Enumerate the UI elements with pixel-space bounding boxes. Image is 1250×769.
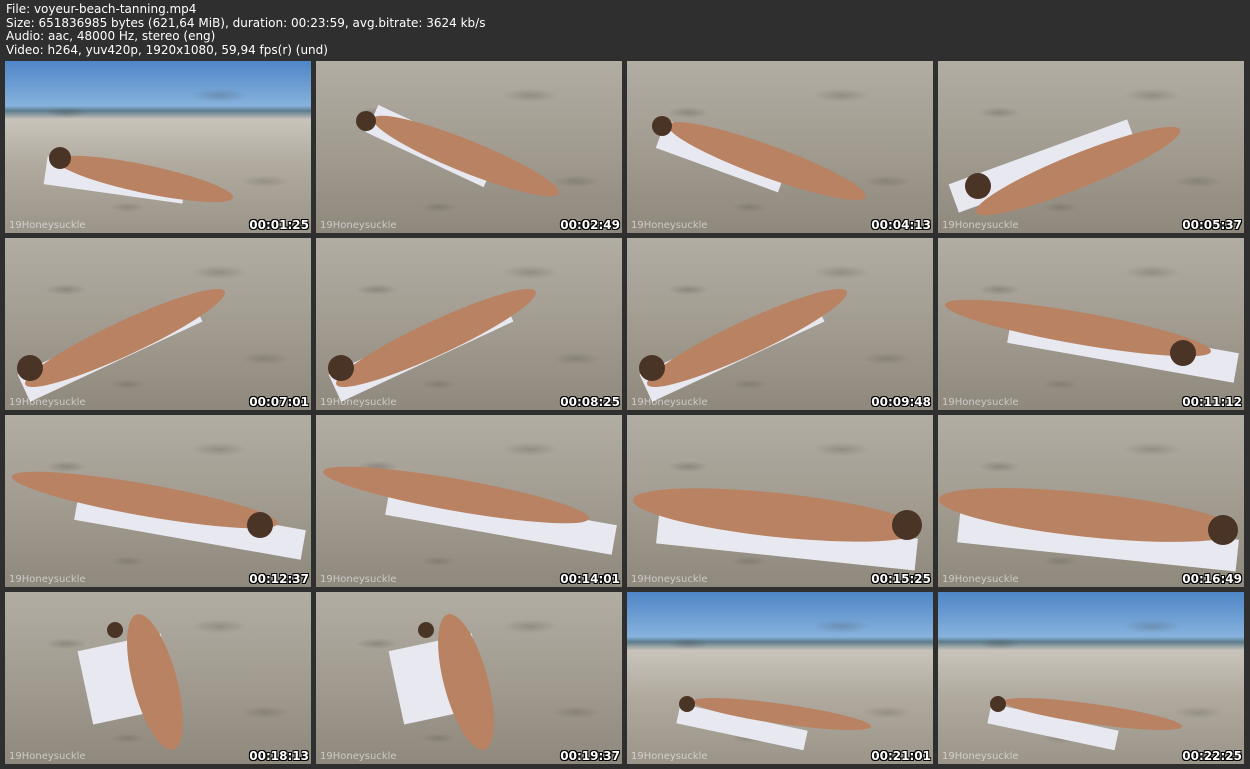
- thumbnail-frame[interactable]: 19Honeysuckle 00:14:01: [316, 415, 622, 587]
- file-size-line: Size: 651836985 bytes (621,64 MiB), dura…: [6, 15, 486, 30]
- timestamp: 00:05:37: [1182, 218, 1242, 232]
- timestamp: 00:18:13: [249, 749, 309, 763]
- timestamp: 00:11:12: [1182, 395, 1242, 409]
- watermark: 19Honeysuckle: [942, 220, 1019, 231]
- thumbnail-frame[interactable]: 19Honeysuckle 00:22:25: [938, 592, 1244, 764]
- thumbnail-frame[interactable]: 19Honeysuckle 00:11:12: [938, 238, 1244, 410]
- timestamp: 00:19:37: [560, 749, 620, 763]
- watermark: 19Honeysuckle: [320, 397, 397, 408]
- watermark: 19Honeysuckle: [631, 574, 708, 585]
- watermark: 19Honeysuckle: [9, 220, 86, 231]
- thumbnail-frame[interactable]: 19Honeysuckle 00:21:01: [627, 592, 933, 764]
- thumbnail-frame[interactable]: 19Honeysuckle 00:01:25: [5, 61, 311, 233]
- thumbnail-frame[interactable]: 19Honeysuckle 00:05:37: [938, 61, 1244, 233]
- timestamp: 00:15:25: [871, 572, 931, 586]
- file-info-header: File: voyeur-beach-tanning.mp4 Size: 6518…: [6, 2, 486, 57]
- thumbnail-frame[interactable]: 19Honeysuckle 00:18:13: [5, 592, 311, 764]
- watermark: 19Honeysuckle: [631, 397, 708, 408]
- thumbnail-grid: 19Honeysuckle 00:01:25 19Honeysuckle 00:…: [5, 61, 1244, 764]
- timestamp: 00:07:01: [249, 395, 309, 409]
- thumbnail-frame[interactable]: 19Honeysuckle 00:04:13: [627, 61, 933, 233]
- thumbnail-frame[interactable]: 19Honeysuckle 00:19:37: [316, 592, 622, 764]
- watermark: 19Honeysuckle: [631, 220, 708, 231]
- thumbnail-frame[interactable]: 19Honeysuckle 00:15:25: [627, 415, 933, 587]
- thumbnail-frame[interactable]: 19Honeysuckle 00:08:25: [316, 238, 622, 410]
- video-info-line: Video: h264, yuv420p, 1920x1080, 59,94 f…: [6, 42, 328, 57]
- watermark: 19Honeysuckle: [942, 574, 1019, 585]
- timestamp: 00:02:49: [560, 218, 620, 232]
- watermark: 19Honeysuckle: [320, 751, 397, 762]
- timestamp: 00:16:49: [1182, 572, 1242, 586]
- thumbnail-frame[interactable]: 19Honeysuckle 00:16:49: [938, 415, 1244, 587]
- timestamp: 00:08:25: [560, 395, 620, 409]
- audio-info-line: Audio: aac, 48000 Hz, stereo (eng): [6, 29, 216, 43]
- watermark: 19Honeysuckle: [942, 397, 1019, 408]
- watermark: 19Honeysuckle: [942, 751, 1019, 762]
- thumbnail-frame[interactable]: 19Honeysuckle 00:02:49: [316, 61, 622, 233]
- thumbnail-frame[interactable]: 19Honeysuckle 00:07:01: [5, 238, 311, 410]
- thumbnail-frame[interactable]: 19Honeysuckle 00:09:48: [627, 238, 933, 410]
- timestamp: 00:14:01: [560, 572, 620, 586]
- watermark: 19Honeysuckle: [9, 574, 86, 585]
- watermark: 19Honeysuckle: [631, 751, 708, 762]
- timestamp: 00:01:25: [249, 218, 309, 232]
- watermark: 19Honeysuckle: [9, 397, 86, 408]
- file-name-line: File: voyeur-beach-tanning.mp4: [6, 2, 197, 16]
- timestamp: 00:09:48: [871, 395, 931, 409]
- timestamp: 00:22:25: [1182, 749, 1242, 763]
- timestamp: 00:04:13: [871, 218, 931, 232]
- timestamp: 00:21:01: [871, 749, 931, 763]
- watermark: 19Honeysuckle: [320, 574, 397, 585]
- watermark: 19Honeysuckle: [9, 751, 86, 762]
- timestamp: 00:12:37: [249, 572, 309, 586]
- watermark: 19Honeysuckle: [320, 220, 397, 231]
- thumbnail-frame[interactable]: 19Honeysuckle 00:12:37: [5, 415, 311, 587]
